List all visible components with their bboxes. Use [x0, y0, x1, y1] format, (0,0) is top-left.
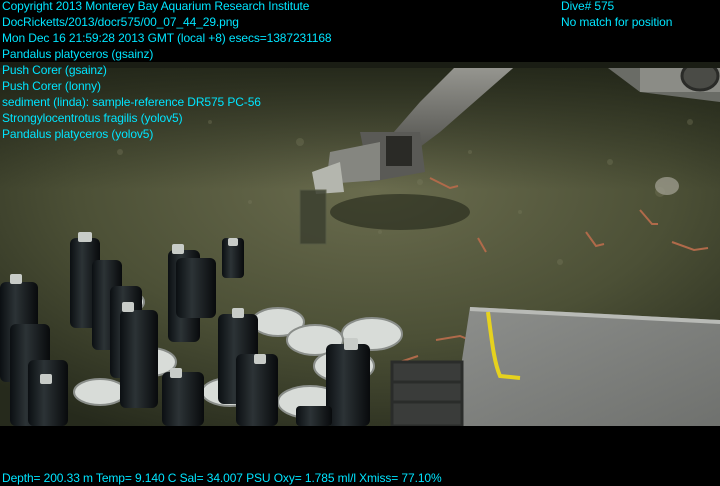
annotation-line: Pandalus platyceros (yolov5)	[2, 127, 154, 141]
overlay-left: Copyright 2013 Monterey Bay Aquarium Res…	[2, 0, 332, 142]
push-core-gripper	[299, 189, 327, 245]
sample-tray-panel	[452, 307, 720, 426]
annotation-line: Strongylocentrotus fragilis (yolov5)	[2, 111, 183, 125]
video-frame: Copyright 2013 Monterey Bay Aquarium Res…	[0, 0, 720, 486]
dive-number: Dive# 575	[561, 0, 615, 13]
sea-urchin	[655, 177, 679, 195]
copyright-text: Copyright 2013 Monterey Bay Aquarium Res…	[2, 0, 310, 13]
annotation-line: Push Corer (lonny)	[2, 79, 101, 93]
timestamp-text: Mon Dec 16 21:59:28 2013 GMT (local +8) …	[2, 31, 332, 45]
annotation-line: sediment (linda): sample-reference DR575…	[2, 95, 261, 109]
overlay-right: Dive# 575 No match for position	[561, 0, 672, 30]
telemetry-readout: Depth= 200.33 m Temp= 9.140 C Sal= 34.00…	[2, 471, 442, 485]
annotation-line: Push Corer (gsainz)	[2, 63, 107, 77]
annotation-line: Pandalus platyceros (gsainz)	[2, 47, 154, 61]
rack-frame	[390, 360, 464, 426]
filename-text: DocRicketts/2013/docr575/00_07_44_29.png	[2, 15, 239, 29]
position-status: No match for position	[561, 15, 673, 29]
arm-shadow	[330, 194, 470, 230]
